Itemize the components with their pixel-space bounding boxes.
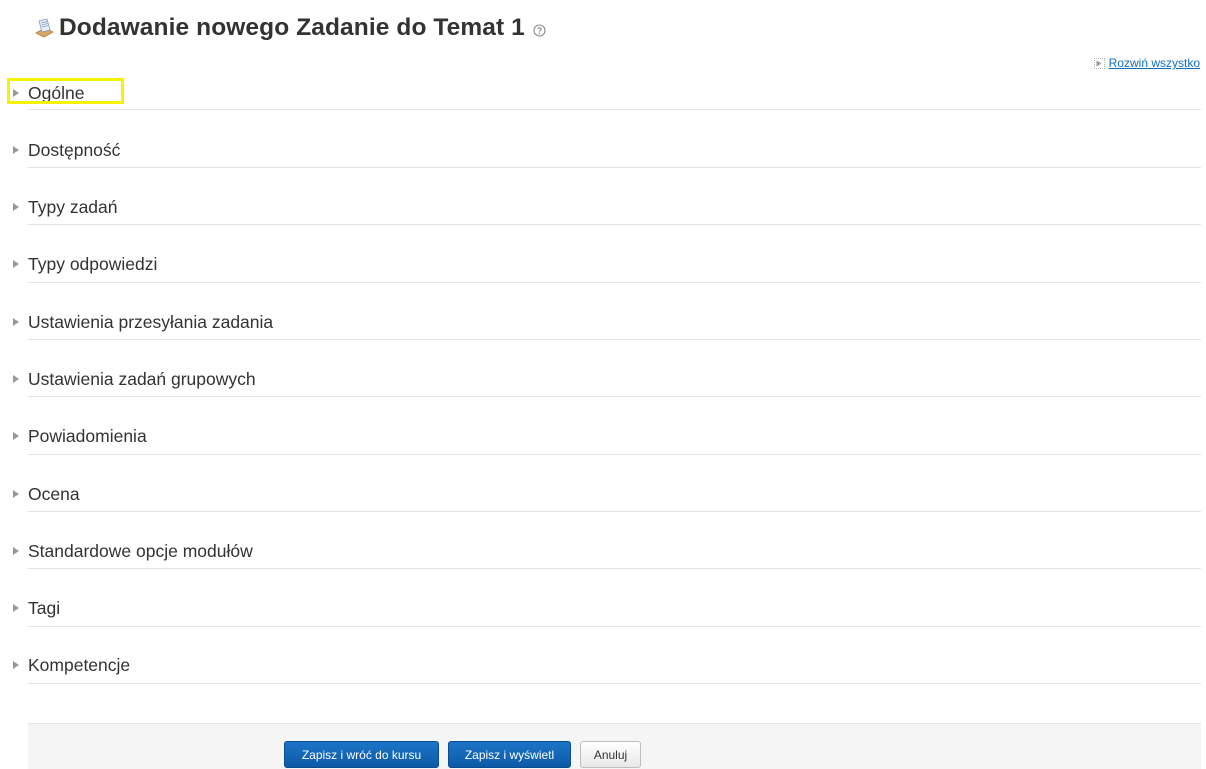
section-label: Ustawienia przesyłania zadania [28, 312, 274, 332]
page-header: Dodawanie nowego Zadanie do Temat 1 [33, 11, 546, 45]
section-label: Dostępność [28, 140, 121, 160]
section-divider [28, 167, 1201, 168]
section-label: Standardowe opcje modułów [28, 541, 253, 561]
expand-all-label: Rozwiń wszystko [1108, 56, 1200, 70]
page: Dodawanie nowego Zadanie do Temat 1 Rozw… [0, 0, 1206, 769]
section-ocena[interactable]: Ocena [10, 484, 1201, 541]
section-label: Ogólne [28, 83, 85, 103]
collapsed-arrow-icon [13, 375, 19, 383]
collapsed-arrow-icon [13, 661, 19, 669]
section-label: Kompetencje [28, 655, 131, 675]
collapsed-arrow-icon [13, 146, 19, 154]
section-label: Ocena [28, 484, 80, 504]
section-divider [28, 396, 1201, 397]
section-divider [28, 282, 1201, 283]
section-ustawienia-zadan-grupowych[interactable]: Ustawienia zadań grupowych [10, 369, 1201, 426]
expand-all-link[interactable]: Rozwiń wszystko [1093, 56, 1200, 70]
cancel-button[interactable]: Anuluj [580, 741, 641, 768]
save-and-return-button[interactable]: Zapisz i wróć do kursu [284, 741, 439, 768]
section-ustawienia-przesylania[interactable]: Ustawienia przesyłania zadania [10, 312, 1201, 369]
assignment-icon [33, 17, 55, 39]
section-dostepnosc[interactable]: Dostępność [10, 140, 1201, 197]
expand-arrow-icon [1093, 57, 1105, 69]
section-label: Powiadomienia [28, 426, 147, 446]
section-divider [28, 224, 1201, 225]
section-divider [28, 454, 1201, 455]
section-divider [28, 626, 1201, 627]
page-title: Dodawanie nowego Zadanie do Temat 1 [59, 14, 525, 41]
collapsed-arrow-icon [13, 318, 19, 326]
section-label: Typy zadań [28, 197, 118, 217]
help-icon[interactable] [533, 24, 546, 37]
section-divider [28, 683, 1201, 684]
section-typy-odpowiedzi[interactable]: Typy odpowiedzi [10, 254, 1201, 311]
section-divider [28, 511, 1201, 512]
section-kompetencje[interactable]: Kompetencje [10, 655, 1201, 712]
section-label: Ustawienia zadań grupowych [28, 369, 256, 389]
section-powiadomienia[interactable]: Powiadomienia [10, 426, 1201, 483]
section-ogolne[interactable]: Ogólne [10, 83, 1201, 140]
section-divider [28, 568, 1201, 569]
section-label: Typy odpowiedzi [28, 254, 158, 274]
section-divider [28, 339, 1201, 340]
save-and-display-button[interactable]: Zapisz i wyświetl [448, 741, 571, 768]
collapsed-arrow-icon [13, 604, 19, 612]
section-typy-zadan[interactable]: Typy zadań [10, 197, 1201, 254]
collapsed-arrow-icon [13, 203, 19, 211]
collapsed-arrow-icon [13, 490, 19, 498]
collapsed-arrow-icon [13, 432, 19, 440]
section-tagi[interactable]: Tagi [10, 598, 1201, 655]
collapsed-arrow-icon [13, 89, 19, 97]
collapsed-arrow-icon [13, 260, 19, 268]
section-standardowe-opcje[interactable]: Standardowe opcje modułów [10, 541, 1201, 598]
form-footer: Zapisz i wróć do kursu Zapisz i wyświetl… [28, 723, 1201, 769]
section-label: Tagi [28, 598, 61, 618]
collapsed-arrow-icon [13, 547, 19, 555]
section-divider [28, 109, 1201, 110]
